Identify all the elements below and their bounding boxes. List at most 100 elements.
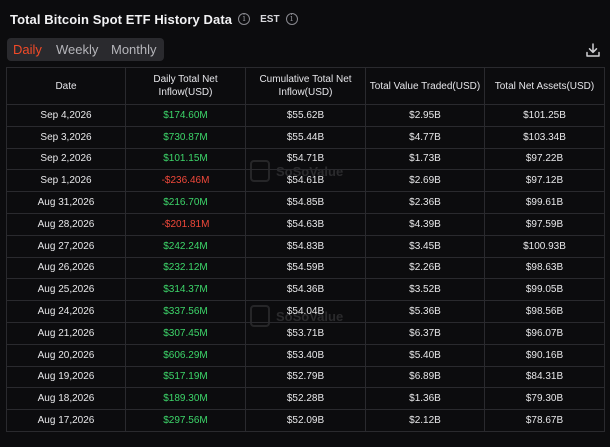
net-assets-cell: $99.61B	[484, 191, 605, 214]
value-traded-cell: $2.26B	[365, 256, 485, 280]
date-cell: Aug 18,2026	[6, 387, 126, 411]
table-row: Aug 18,2026 $189.30M $52.28B $1.36B $79.30B	[6, 387, 605, 411]
table-row: Aug 24,2026 $337.56M $54.04B $5.36B $98.56B	[6, 300, 605, 323]
column-header-date[interactable]: Date	[6, 67, 126, 105]
daily-inflow-cell: $232.12M	[125, 256, 246, 280]
table-row: Aug 19,2026 $517.19M $52.79B $6.89B $84.31B	[6, 365, 605, 389]
cumulative-inflow-cell: $52.09B	[245, 409, 366, 432]
tab-daily[interactable]: Daily	[13, 38, 56, 61]
net-assets-cell: $97.12B	[484, 169, 605, 193]
table-row: Sep 4,2026 $174.60M $55.62B $2.95B $101.25B	[6, 104, 605, 127]
download-icon[interactable]	[585, 42, 601, 58]
date-cell: Aug 19,2026	[6, 365, 126, 389]
table-row: Sep 3,2026 $730.87M $55.44B $4.77B $103.34B	[6, 125, 605, 149]
timezone-label: EST	[260, 13, 280, 25]
table-row: Aug 31,2026 $216.70M $54.85B $2.36B $99.61B	[6, 191, 605, 214]
cumulative-inflow-cell: $54.83B	[245, 234, 366, 258]
date-cell: Sep 2,2026	[6, 147, 126, 171]
etf-history-table: Date Daily Total Net Inflow(USD) Cumulat…	[6, 67, 605, 432]
date-cell: Aug 27,2026	[6, 234, 126, 258]
daily-inflow-cell: $307.45M	[125, 321, 246, 345]
daily-inflow-cell: -$201.81M	[125, 212, 246, 236]
net-assets-cell: $96.07B	[484, 321, 605, 345]
daily-inflow-cell: $216.70M	[125, 191, 246, 214]
timezone-info-icon[interactable]: i	[285, 13, 298, 25]
daily-inflow-cell: $517.19M	[125, 365, 246, 389]
daily-inflow-cell: $606.29M	[125, 343, 246, 367]
date-cell: Aug 31,2026	[6, 191, 126, 214]
net-assets-cell: $99.05B	[484, 278, 605, 302]
net-assets-cell: $101.25B	[484, 104, 605, 127]
daily-inflow-cell: $730.87M	[125, 125, 246, 149]
daily-inflow-cell: $174.60M	[125, 104, 246, 127]
page-title: Total Bitcoin Spot ETF History Data	[10, 11, 233, 27]
daily-inflow-cell: -$236.46M	[125, 169, 246, 193]
table-row: Sep 2,2026 $101.15M $54.71B $1.73B $97.22B	[6, 147, 605, 171]
cumulative-inflow-cell: $54.85B	[245, 191, 366, 214]
daily-inflow-cell: $242.24M	[125, 234, 246, 258]
value-traded-cell: $2.69B	[365, 169, 485, 193]
date-cell: Aug 20,2026	[6, 343, 126, 367]
daily-inflow-cell: $297.56M	[125, 409, 246, 432]
period-tabs: Daily Weekly Monthly	[7, 38, 164, 61]
cumulative-inflow-cell: $54.59B	[245, 256, 366, 280]
daily-inflow-cell: $101.15M	[125, 147, 246, 171]
date-cell: Aug 17,2026	[6, 409, 126, 432]
net-assets-cell: $98.56B	[484, 300, 605, 323]
info-icon[interactable]: i	[238, 13, 251, 25]
daily-inflow-cell: $189.30M	[125, 387, 246, 411]
table-row: Aug 17,2026 $297.56M $52.09B $2.12B $78.67B	[6, 409, 605, 432]
value-traded-cell: $5.40B	[365, 343, 485, 367]
table-row: Aug 25,2026 $314.37M $54.36B $3.52B $99.05B	[6, 278, 605, 302]
table-row: Sep 1,2026 -$236.46M $54.61B $2.69B $97.12B	[6, 169, 605, 193]
net-assets-cell: $79.30B	[484, 387, 605, 411]
daily-inflow-cell: $337.56M	[125, 300, 246, 323]
date-cell: Aug 21,2026	[6, 321, 126, 345]
value-traded-cell: $2.12B	[365, 409, 485, 432]
column-header-cumulative-inflow[interactable]: Cumulative Total Net Inflow(USD)	[245, 67, 366, 105]
cumulative-inflow-cell: $55.62B	[245, 104, 366, 127]
tab-weekly[interactable]: Weekly	[56, 38, 111, 61]
net-assets-cell: $97.59B	[484, 212, 605, 236]
date-cell: Aug 24,2026	[6, 300, 126, 323]
value-traded-cell: $1.73B	[365, 147, 485, 171]
cumulative-inflow-cell: $52.79B	[245, 365, 366, 389]
cumulative-inflow-cell: $54.36B	[245, 278, 366, 302]
table-row: Aug 27,2026 $242.24M $54.83B $3.45B $100.93B	[6, 234, 605, 258]
cumulative-inflow-cell: $53.71B	[245, 321, 366, 345]
value-traded-cell: $4.39B	[365, 212, 485, 236]
net-assets-cell: $98.63B	[484, 256, 605, 280]
column-header-value-traded[interactable]: Total Value Traded(USD)	[365, 67, 485, 105]
cumulative-inflow-cell: $54.71B	[245, 147, 366, 171]
date-cell: Aug 25,2026	[6, 278, 126, 302]
cumulative-inflow-cell: $54.61B	[245, 169, 366, 193]
date-cell: Sep 4,2026	[6, 104, 126, 127]
net-assets-cell: $100.93B	[484, 234, 605, 258]
cumulative-inflow-cell: $54.63B	[245, 212, 366, 236]
table-body: Sep 4,2026 $174.60M $55.62B $2.95B $101.25B S…	[6, 104, 605, 432]
tab-monthly[interactable]: Monthly	[111, 38, 164, 61]
value-traded-cell: $2.36B	[365, 191, 485, 214]
net-assets-cell: $84.31B	[484, 365, 605, 389]
column-header-net-assets[interactable]: Total Net Assets(USD)	[484, 67, 605, 105]
net-assets-cell: $78.67B	[484, 409, 605, 432]
value-traded-cell: $6.37B	[365, 321, 485, 345]
cumulative-inflow-cell: $55.44B	[245, 125, 366, 149]
net-assets-cell: $97.22B	[484, 147, 605, 171]
net-assets-cell: $103.34B	[484, 125, 605, 149]
net-assets-cell: $90.16B	[484, 343, 605, 367]
table-header-row: Date Daily Total Net Inflow(USD) Cumulat…	[6, 67, 605, 105]
value-traded-cell: $3.45B	[365, 234, 485, 258]
cumulative-inflow-cell: $53.40B	[245, 343, 366, 367]
value-traded-cell: $1.36B	[365, 387, 485, 411]
date-cell: Sep 1,2026	[6, 169, 126, 193]
table-row: Aug 20,2026 $606.29M $53.40B $5.40B $90.16B	[6, 343, 605, 367]
page-header: Total Bitcoin Spot ETF History Data i ES…	[10, 9, 298, 29]
date-cell: Aug 28,2026	[6, 212, 126, 236]
value-traded-cell: $6.89B	[365, 365, 485, 389]
value-traded-cell: $5.36B	[365, 300, 485, 323]
column-header-daily-inflow[interactable]: Daily Total Net Inflow(USD)	[125, 67, 246, 105]
cumulative-inflow-cell: $54.04B	[245, 300, 366, 323]
value-traded-cell: $3.52B	[365, 278, 485, 302]
value-traded-cell: $2.95B	[365, 104, 485, 127]
